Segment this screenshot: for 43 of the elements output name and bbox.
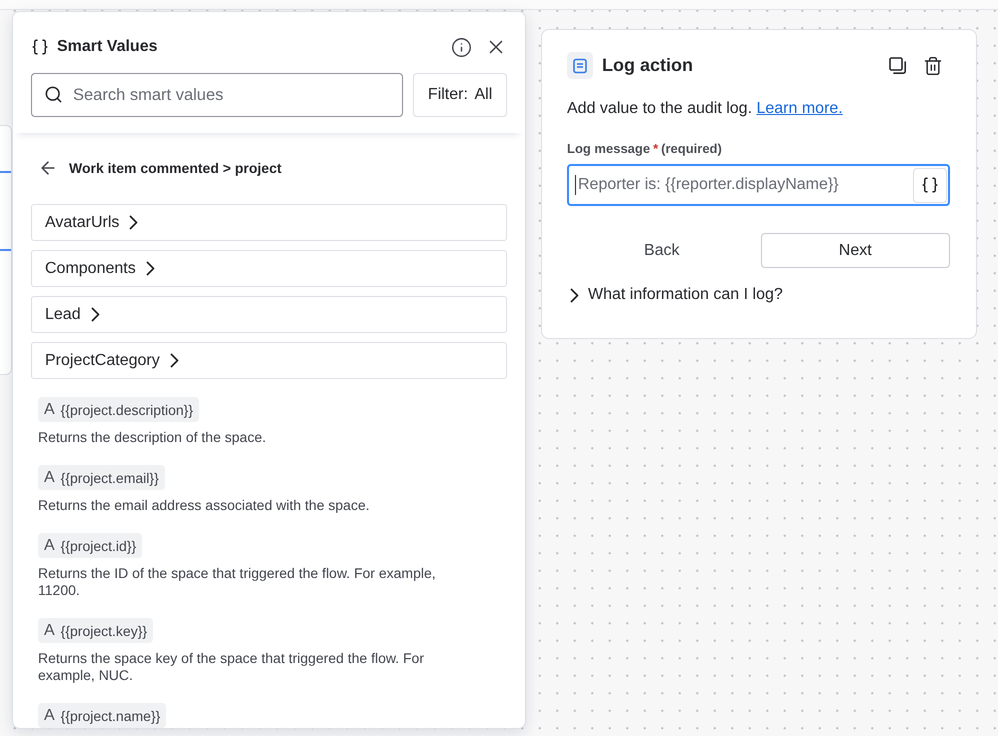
braces-icon [31,38,49,56]
smart-value-chip[interactable]: A {{project.id}} [38,533,142,558]
document-icon [567,52,593,79]
group-item[interactable]: Components [31,250,507,287]
group-item[interactable]: AvatarUrls [31,204,507,241]
text-type-icon: A [44,468,55,486]
value-description: Returns the description of the space. [38,429,268,446]
braces-icon [921,176,939,194]
chevron-right-icon [90,307,100,322]
chevron-right-icon [170,353,179,368]
chevron-right-icon [146,261,155,276]
card-title: Log action [602,55,693,76]
trash-icon [923,56,943,76]
value-description: Returns the ID of the space that triggered the flow. For example, 11200. [38,565,437,599]
info-icon [450,36,472,58]
filter-button[interactable]: Filter: All [413,73,507,117]
group-item[interactable]: Lead [31,296,507,333]
card-description: Add value to the audit log. Learn more. [567,99,844,119]
breadcrumb: Work item commented > project [69,160,282,176]
value-description: Returns the email address associated with the space. [38,497,371,514]
next-button[interactable]: Next [760,233,950,268]
text-type-icon: A [44,536,55,554]
log-message-field[interactable]: Reporter is: {{reporter.displayName}} [567,164,950,206]
info-expander[interactable]: What information can I log? [567,285,783,305]
smart-values-button[interactable] [913,168,947,202]
smart-value-chip[interactable]: A {{project.name}} [38,703,166,728]
chevron-right-icon [129,215,138,230]
text-type-icon: A [44,622,55,640]
smart-value-chip[interactable]: A {{project.key}} [38,618,154,643]
chevron-right-icon [570,288,579,302]
search-field[interactable]: Search smart values [31,73,404,117]
copy-icon [889,56,907,74]
search-icon [44,85,63,104]
back-button[interactable]: Back [567,233,756,268]
smart-value-chip[interactable]: A {{project.description}} [38,397,199,422]
learn-more-link[interactable]: Learn more. [756,100,843,117]
value-description: Returns the space key of the space that triggered the flow. For example, NUC. [38,650,425,684]
text-type-icon: A [44,706,55,724]
smart-value-chip[interactable]: A {{project.email}} [38,465,165,490]
text-type-icon: A [44,400,55,418]
panel-title: Smart Values [57,38,158,56]
group-item[interactable]: ProjectCategory [31,342,507,379]
field-label: Log message * (required) [567,141,723,157]
